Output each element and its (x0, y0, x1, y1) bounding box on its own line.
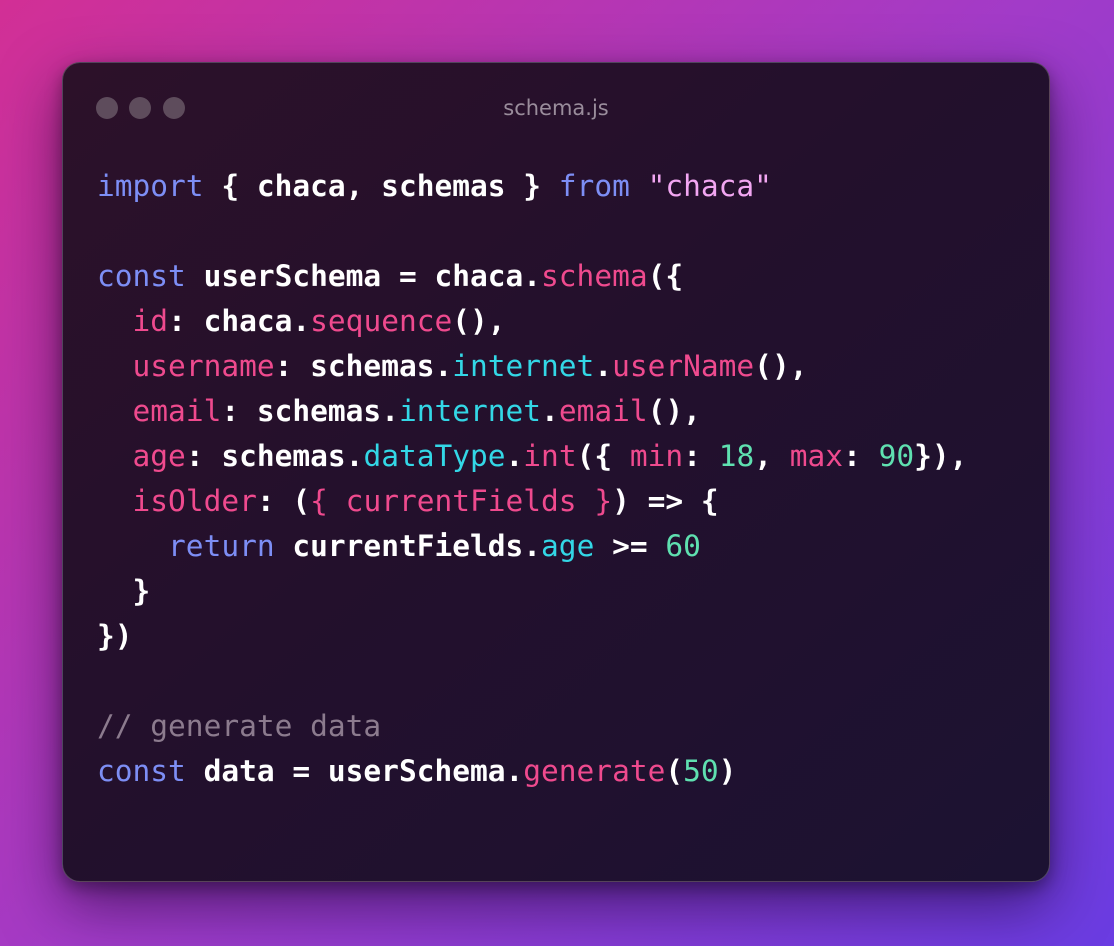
code-token: { currentFields } (310, 484, 613, 518)
code-token: } (97, 574, 151, 608)
code-token: ) (718, 754, 737, 788)
code-token: >= (594, 529, 666, 563)
code-token: schema (541, 259, 648, 293)
code-token: generate (523, 754, 666, 788)
code-token: . (541, 394, 559, 428)
code-token: currentFields. (274, 529, 542, 563)
code-token: import (97, 169, 204, 203)
code-token: id (132, 304, 169, 338)
code-token: age (132, 439, 186, 473)
code-line: age: schemas.dataType.int({ min: 18, max… (97, 434, 968, 479)
code-token: : schemas. (185, 439, 364, 473)
code-token: internet (398, 394, 542, 428)
code-line: } (97, 569, 967, 614)
code-token: sequence (310, 304, 453, 338)
code-token: 50 (683, 754, 719, 788)
code-token: int (523, 439, 577, 473)
code-line: return currentFields.age >= 60 (97, 524, 967, 569)
file-title: schema.js (503, 96, 609, 120)
code-token: . (505, 439, 524, 473)
code-token: { chaca, schemas } (203, 169, 559, 203)
code-block: import { chaca, schemas } from "chaca" co… (97, 164, 967, 794)
code-line: // generate data (97, 704, 967, 749)
code-token: min (629, 439, 684, 473)
code-token: 18 (718, 439, 755, 473)
code-token: userName (612, 349, 755, 383)
code-token: internet (452, 349, 595, 383)
code-token: dataType (363, 439, 506, 473)
code-token: isOlder (132, 484, 257, 518)
code-token: (), (452, 304, 506, 338)
code-token: userSchema = chaca. (185, 259, 542, 293)
code-token: email (558, 394, 648, 428)
code-token: : chaca. (168, 304, 311, 338)
code-line: id: chaca.sequence(), (97, 299, 967, 344)
code-token: , (754, 439, 790, 473)
code-line: isOlder: ({ currentFields }) => { (97, 479, 967, 524)
code-line: username: schemas.internet.userName(), (97, 344, 967, 389)
code-token: max (789, 439, 844, 473)
code-token: "chaca" (647, 169, 772, 203)
code-line: }) (97, 614, 967, 659)
window-titlebar: schema.js (63, 63, 1049, 155)
code-token: email (132, 394, 222, 428)
code-token: : schemas. (221, 394, 399, 428)
code-token: from (558, 169, 630, 203)
code-token: const (97, 754, 186, 788)
code-token: ( (665, 754, 684, 788)
code-token: (), (647, 394, 701, 428)
code-token: username (132, 349, 275, 383)
code-line: email: schemas.internet.email(), (97, 389, 967, 434)
code-token: ({ (576, 439, 630, 473)
code-token: return (168, 529, 275, 563)
code-line: const userSchema = chaca.schema({ (97, 254, 967, 299)
code-line: const data = userSchema.generate(50) (97, 749, 967, 794)
code-token: : ( (256, 484, 311, 518)
code-token: : (843, 439, 879, 473)
code-window: schema.js import { chaca, schemas } from… (62, 62, 1050, 882)
code-token: data = userSchema. (185, 754, 524, 788)
code-token: }), (914, 439, 968, 473)
code-token: const (97, 259, 186, 293)
code-token: 90 (878, 439, 915, 473)
code-token: // generate data (97, 709, 382, 743)
code-token: age (541, 529, 595, 563)
code-token: : schemas. (274, 349, 453, 383)
code-token: (), (754, 349, 808, 383)
code-token: ({ (647, 259, 684, 293)
code-token: ) => { (612, 484, 719, 518)
code-token: : (683, 439, 719, 473)
code-token: . (594, 349, 613, 383)
code-token: }) (97, 619, 133, 653)
code-line: import { chaca, schemas } from "chaca" (97, 164, 967, 209)
code-token: 60 (665, 529, 701, 563)
